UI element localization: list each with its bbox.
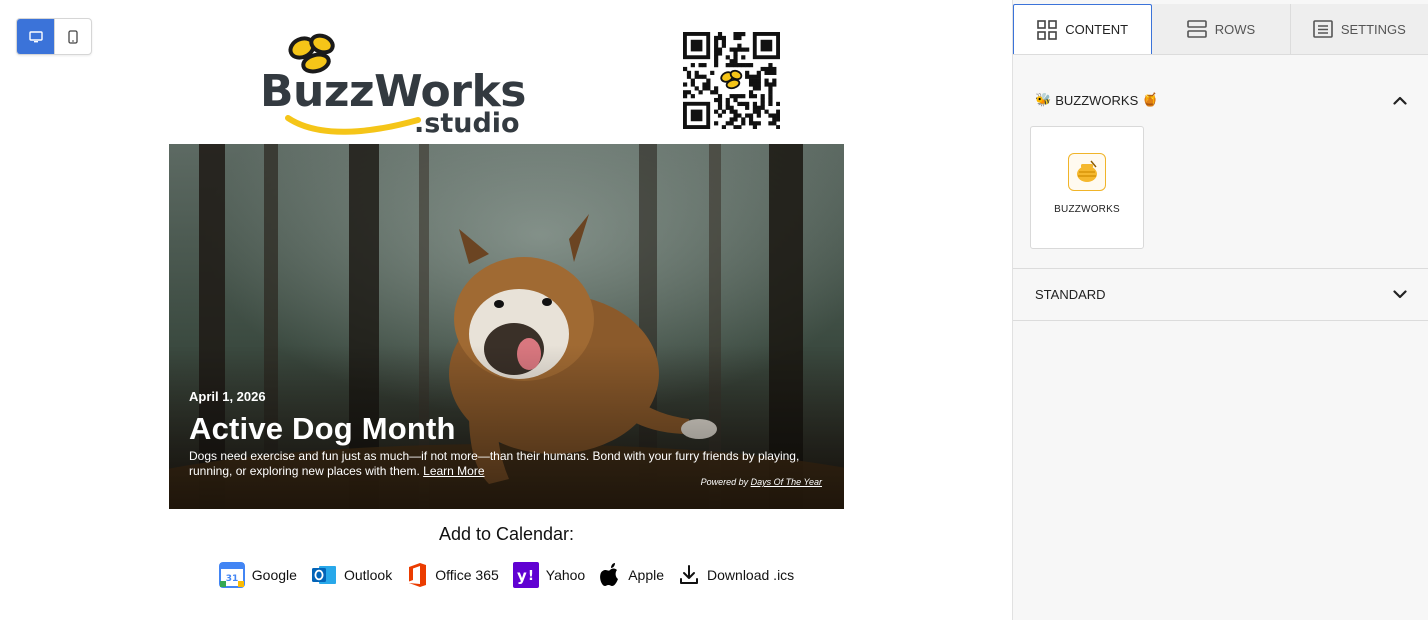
calendar-link-label: Download .ics bbox=[707, 567, 795, 583]
outlook-icon bbox=[311, 566, 336, 584]
svg-text:!: ! bbox=[528, 569, 534, 584]
settings-list-icon bbox=[1313, 20, 1333, 38]
tab-rows[interactable]: ROWS bbox=[1152, 4, 1291, 54]
section-standard-header[interactable]: STANDARD bbox=[1013, 268, 1428, 320]
section-label: STANDARD bbox=[1035, 287, 1106, 302]
hero-date: April 1, 2026 bbox=[189, 389, 266, 404]
svg-text:31: 31 bbox=[226, 574, 239, 584]
side-panel: CONTENT ROWS SETTINGS 🐝 BUZZWORKS 🍯 BUZZ… bbox=[1012, 0, 1428, 620]
hero-title: Active Dog Month bbox=[189, 411, 456, 446]
logo-suffix: .studio bbox=[414, 108, 520, 139]
desktop-view-button[interactable] bbox=[17, 19, 54, 54]
section-title: BUZZWORKS bbox=[1055, 92, 1139, 108]
email-editor: BuzzWorks .studio April 1, 2026 Active D… bbox=[0, 0, 1428, 620]
tab-label: CONTENT bbox=[1065, 22, 1129, 37]
calendar-link-label: Office 365 bbox=[435, 567, 499, 583]
section-buzzworks-header[interactable]: 🐝 BUZZWORKS 🍯 bbox=[1013, 74, 1428, 126]
calendar-link-download-ics[interactable]: Download .ics bbox=[678, 564, 794, 586]
yahoo-icon: y ! bbox=[512, 562, 539, 588]
rows-icon bbox=[1186, 20, 1207, 38]
hero-description-text: Dogs need exercise and fun just as much—… bbox=[189, 449, 800, 478]
apple-icon bbox=[600, 563, 619, 586]
chevron-up-icon bbox=[1393, 96, 1407, 105]
calendar-links: 31 Google Outlook Office 365 y ! Yahoo A… bbox=[169, 562, 844, 588]
block-buzzworks[interactable]: BUZZWORKS bbox=[1030, 126, 1144, 249]
office365-icon bbox=[409, 563, 427, 587]
device-toggle bbox=[16, 18, 92, 55]
block-label: BUZZWORKS bbox=[1054, 204, 1120, 215]
calendar-link-label: Yahoo bbox=[545, 567, 586, 583]
powered-by-prefix: Powered by bbox=[700, 477, 749, 487]
tab-settings[interactable]: SETTINGS bbox=[1290, 4, 1428, 54]
download-icon bbox=[680, 565, 699, 584]
calendar-link-apple[interactable]: Apple bbox=[599, 562, 664, 588]
chevron-down-icon bbox=[1393, 289, 1407, 298]
section-label: 🐝 BUZZWORKS 🍯 bbox=[1035, 92, 1158, 108]
email-canvas: BuzzWorks .studio April 1, 2026 Active D… bbox=[0, 0, 1012, 620]
google-calendar-icon: 31 bbox=[218, 562, 245, 588]
mobile-icon bbox=[68, 29, 78, 44]
tab-label: ROWS bbox=[1214, 21, 1256, 37]
buzzworks-logo: BuzzWorks .studio bbox=[258, 30, 533, 140]
add-to-calendar-title: Add to Calendar: bbox=[438, 524, 575, 544]
calendar-link-office365[interactable]: Office 365 bbox=[406, 562, 499, 588]
qr-code-icon bbox=[683, 32, 781, 130]
grid-icon bbox=[1037, 19, 1058, 40]
honey-pot-icon bbox=[1068, 153, 1106, 191]
powered-by: Powered by Days Of The Year bbox=[701, 477, 822, 487]
panel-tabs: CONTENT ROWS SETTINGS bbox=[1013, 4, 1428, 55]
tab-content[interactable]: CONTENT bbox=[1013, 4, 1153, 54]
calendar-link-yahoo[interactable]: y ! Yahoo bbox=[512, 562, 586, 588]
logo-swoosh bbox=[285, 115, 421, 135]
bee-emoji-icon: 🐝 bbox=[1035, 92, 1052, 107]
learn-more-link[interactable]: Learn More bbox=[423, 464, 484, 478]
hero-description: Dogs need exercise and fun just as much—… bbox=[189, 449, 819, 479]
desktop-icon bbox=[28, 30, 43, 42]
section-title: STANDARD bbox=[1035, 286, 1106, 302]
mobile-view-button[interactable] bbox=[54, 19, 91, 54]
svg-text:y: y bbox=[517, 567, 527, 585]
calendar-link-label: Google bbox=[251, 567, 297, 583]
calendar-link-label: Outlook bbox=[343, 567, 393, 583]
section-divider bbox=[1013, 320, 1428, 321]
honey-emoji-icon: 🍯 bbox=[1142, 92, 1159, 107]
calendar-link-outlook[interactable]: Outlook bbox=[311, 562, 392, 588]
hero-banner[interactable]: April 1, 2026 Active Dog Month Dogs need… bbox=[169, 144, 844, 509]
tab-label: SETTINGS bbox=[1340, 21, 1406, 37]
days-of-the-year-link[interactable]: Days Of The Year bbox=[751, 477, 822, 487]
calendar-link-google[interactable]: 31 Google bbox=[218, 562, 297, 588]
calendar-link-label: Apple bbox=[628, 567, 665, 583]
